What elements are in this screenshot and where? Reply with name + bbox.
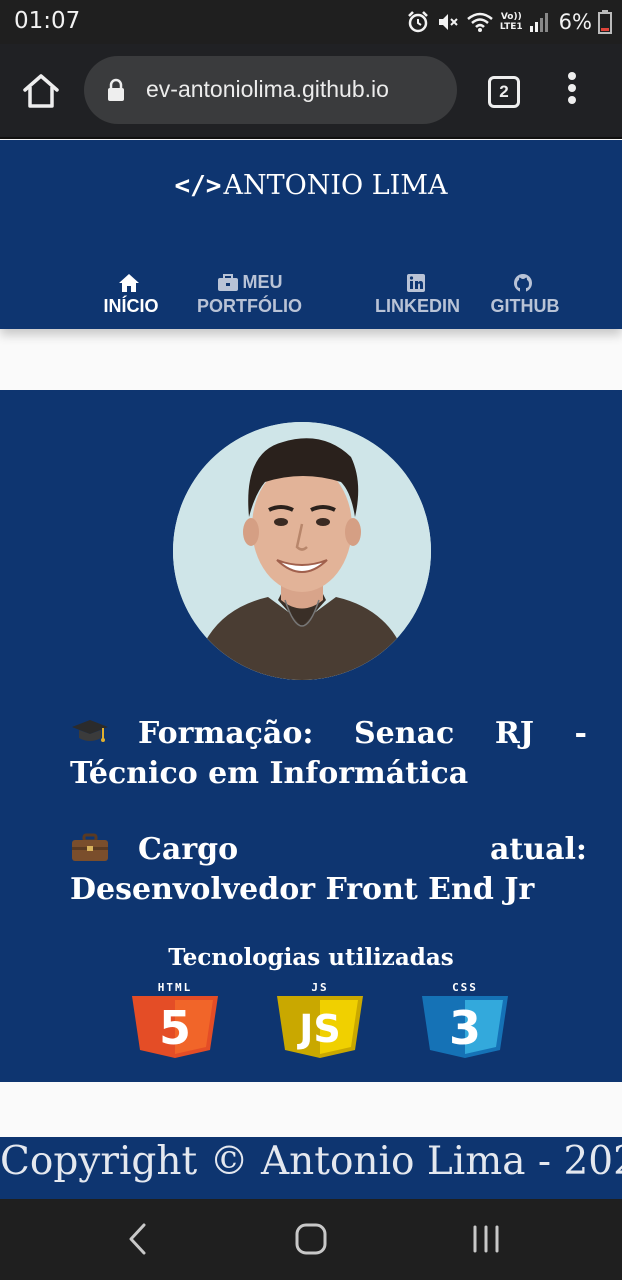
url-text: ev-antoniolima.github.io — [146, 76, 389, 102]
education-text: Formação: Senac RJ - Técnico em Informát… — [70, 716, 587, 791]
site-brand[interactable]: </>ANTONIO LIMA — [0, 170, 622, 201]
role-info: Cargo atual: Desenvolvedor Front End Jr — [70, 830, 587, 910]
site-header: </>ANTONIO LIMA INÍCIO MEU PORTFÓLIO LIN… — [0, 140, 622, 329]
nav-label: GITHUB — [490, 296, 560, 316]
education-info: Formação: Senac RJ - Técnico em Informát… — [70, 714, 587, 794]
role-text: Cargo atual: Desenvolvedor Front End Jr — [70, 832, 587, 907]
nav-inicio[interactable]: INÍCIO — [96, 270, 166, 318]
nav-label: PORTFÓLIO — [197, 296, 302, 316]
address-bar[interactable]: ev-antoniolima.github.io — [84, 56, 457, 124]
js-digit: JS — [296, 1007, 341, 1051]
battery-percent: 6% — [558, 10, 592, 34]
alarm-icon — [407, 11, 428, 33]
copyright-text: Copyright © Antonio Lima - 2021 — [0, 1139, 622, 1184]
nav-label: LINKEDIN — [375, 296, 460, 316]
nav-linkedin[interactable]: LINKEDIN — [370, 270, 465, 318]
tab-switcher-button[interactable]: 2 — [488, 76, 520, 108]
home-icon — [119, 274, 139, 293]
mute-icon — [438, 14, 458, 30]
html5-icon: HTML 5 — [132, 982, 218, 1058]
back-icon[interactable] — [124, 1221, 150, 1257]
brand-name: ANTONIO LIMA — [223, 170, 448, 201]
browser-toolbar: ev-antoniolima.github.io 2 — [0, 44, 622, 139]
github-icon — [514, 274, 532, 293]
nav-portfolio[interactable]: MEU PORTFÓLIO — [192, 270, 307, 318]
profile-photo — [173, 422, 431, 680]
tech-title: Tecnologias utilizadas — [168, 944, 454, 971]
home-icon[interactable] — [20, 70, 62, 112]
profile-card: Formação: Senac RJ - Técnico em Informát… — [0, 390, 622, 1082]
css3-icon: CSS 3 — [422, 982, 508, 1058]
nav-label: INÍCIO — [103, 296, 159, 316]
html5-digit: 5 — [159, 1001, 191, 1055]
signal-icon — [529, 13, 548, 32]
wifi-icon — [467, 12, 493, 32]
html5-label: HTML — [158, 982, 193, 994]
battery-icon — [598, 10, 612, 34]
lte-label-top: Vo)) — [500, 12, 522, 22]
graduation-cap-icon — [72, 720, 108, 742]
javascript-icon: JS JS — [277, 982, 363, 1058]
linkedin-icon — [406, 274, 425, 293]
nav-github[interactable]: GITHUB — [486, 270, 564, 318]
site-footer: Copyright © Antonio Lima - 2021 — [0, 1137, 622, 1199]
status-bar: 01:07 Vo)) LTE1 6% — [0, 0, 622, 44]
code-icon: </> — [174, 171, 222, 201]
briefcase-icon — [72, 833, 108, 861]
status-time: 01:07 — [14, 8, 81, 34]
status-icons: Vo)) LTE1 6% — [406, 6, 612, 38]
lte-indicator: Vo)) LTE1 — [500, 12, 523, 32]
android-navigation-bar — [0, 1199, 622, 1280]
lte-label-bottom: LTE1 — [499, 22, 523, 32]
recents-icon[interactable] — [470, 1221, 502, 1257]
home-button-icon[interactable] — [294, 1221, 328, 1257]
js-label: JS — [311, 982, 328, 994]
css3-digit: 3 — [449, 1001, 481, 1055]
briefcase-icon — [217, 274, 238, 292]
lock-icon — [108, 78, 124, 101]
nav-label: MEU — [242, 272, 283, 292]
css3-label: CSS — [452, 982, 478, 994]
overflow-menu-icon[interactable] — [560, 72, 584, 112]
